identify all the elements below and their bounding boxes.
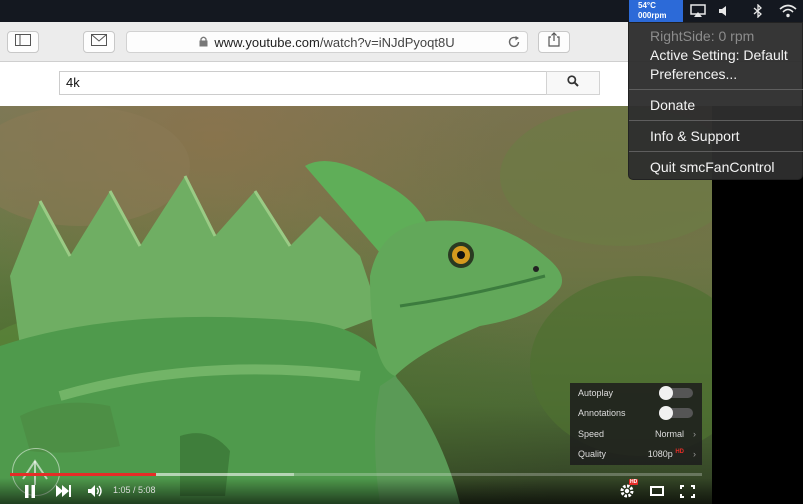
sidebar-button[interactable]	[7, 31, 39, 53]
annotations-label: Annotations	[578, 408, 626, 418]
theater-mode-icon[interactable]	[647, 482, 667, 500]
url-path: /watch?v=iNJdPyoqt8U	[319, 34, 455, 50]
smcfancontrol-menu: RightSide: 0 rpm Active Setting: Default…	[628, 22, 803, 180]
speed-row[interactable]: Speed Normal ›	[570, 424, 702, 444]
quality-row[interactable]: Quality 1080p HD ›	[570, 444, 702, 464]
fullscreen-icon[interactable]	[676, 482, 698, 500]
lock-icon	[199, 35, 208, 50]
menu-item-preferences[interactable]: Preferences...	[650, 66, 737, 82]
share-button[interactable]	[538, 31, 570, 53]
address-bar[interactable]: www.youtube.com/watch?v=iNJdPyoqt8U	[126, 31, 528, 53]
share-icon	[548, 32, 560, 52]
hd-badge: HD	[675, 449, 684, 455]
video-player[interactable]: Autoplay Annotations Speed Normal › Qual…	[0, 106, 712, 504]
chevron-right-icon: ›	[693, 449, 696, 459]
smcfancontrol-status-item[interactable]: 54°C 000rpm	[629, 0, 683, 22]
menu-item-rightside-rpm: RightSide: 0 rpm	[650, 28, 755, 44]
fan-temperature: 54°C	[638, 1, 656, 10]
progress-played	[10, 473, 156, 476]
menu-item-info-support[interactable]: Info & Support	[650, 128, 740, 144]
annotations-toggle[interactable]	[659, 406, 693, 420]
next-icon[interactable]	[53, 482, 75, 500]
speed-label: Speed	[578, 429, 605, 439]
url-domain: www.youtube.com	[214, 34, 320, 50]
search-input[interactable]: 4k	[59, 71, 547, 95]
menu-item-active-setting[interactable]: Active Setting: Default	[650, 47, 788, 63]
bluetooth-icon[interactable]	[750, 3, 766, 19]
autoplay-row[interactable]: Autoplay	[570, 383, 702, 403]
menu-separator	[629, 120, 803, 121]
autoplay-label: Autoplay	[578, 388, 614, 398]
progress-bar[interactable]	[10, 473, 702, 476]
airplay-icon[interactable]	[688, 3, 708, 19]
volume-icon[interactable]	[84, 482, 106, 500]
pause-icon[interactable]	[20, 482, 40, 500]
quality-label: Quality	[578, 449, 607, 459]
settings-hd-badge: HD	[629, 479, 639, 485]
fan-rpm: 000rpm	[638, 11, 667, 20]
quality-value: 1080p HD	[647, 449, 684, 459]
settings-gear-icon[interactable]: HD	[616, 479, 639, 500]
macos-menu-bar: 54°C 000rpm	[0, 0, 803, 22]
time-display: 1:05 / 5:08	[113, 485, 156, 495]
mail-icon	[91, 33, 107, 51]
mail-button[interactable]	[83, 31, 115, 53]
annotations-row[interactable]: Annotations	[570, 403, 702, 423]
sidebar-icon	[15, 33, 31, 51]
search-button[interactable]	[546, 71, 600, 95]
search-icon	[567, 74, 579, 92]
chevron-right-icon: ›	[693, 429, 696, 439]
menu-item-quit[interactable]: Quit smcFanControl	[650, 159, 774, 175]
player-settings-panel: Autoplay Annotations Speed Normal › Qual…	[570, 383, 702, 465]
menu-separator	[629, 89, 803, 90]
volume-icon[interactable]	[716, 3, 732, 19]
menu-item-donate[interactable]: Donate	[650, 97, 695, 113]
menu-separator	[629, 151, 803, 152]
player-controls: 1:05 / 5:08 HD	[0, 478, 712, 504]
reload-icon[interactable]	[507, 35, 521, 52]
autoplay-toggle[interactable]	[659, 386, 693, 400]
wifi-icon[interactable]	[777, 3, 799, 19]
speed-value: Normal	[654, 429, 684, 439]
